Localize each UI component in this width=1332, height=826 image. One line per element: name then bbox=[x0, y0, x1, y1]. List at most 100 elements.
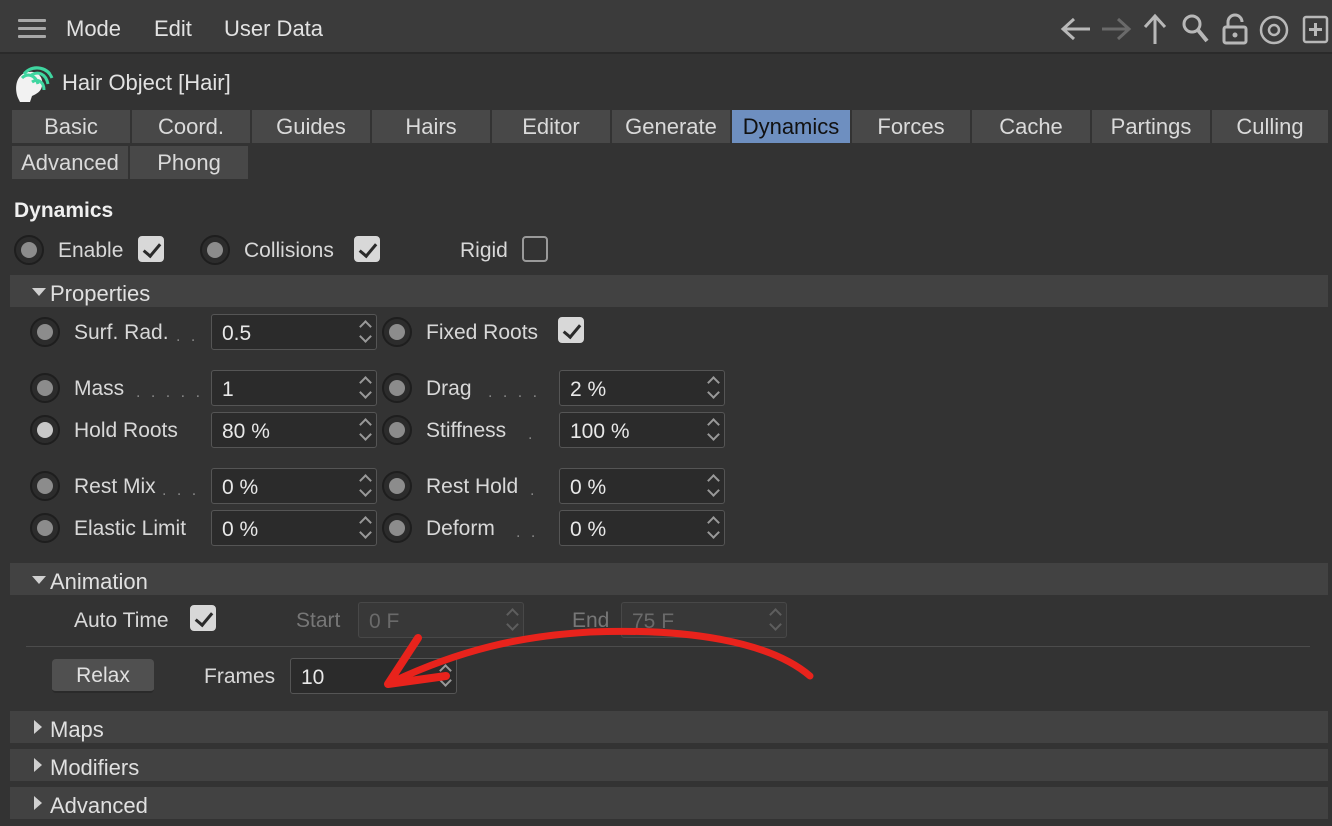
deform-field[interactable]: 0 % bbox=[559, 510, 725, 546]
surf-rad-field[interactable]: 0.5 bbox=[211, 314, 377, 350]
annotation-arrow-icon bbox=[384, 627, 814, 688]
stepper-icon[interactable] bbox=[358, 417, 372, 443]
frames-value: 10 bbox=[301, 666, 325, 689]
elastic-limit-anim-knob[interactable] bbox=[30, 513, 60, 543]
deform-label: Deform bbox=[426, 517, 495, 540]
stiffness-label: Stiffness bbox=[426, 419, 507, 442]
animation-section-header[interactable]: Animation bbox=[10, 563, 1328, 595]
fixed-roots-anim-knob[interactable] bbox=[382, 317, 412, 347]
tab-editor[interactable]: Editor bbox=[492, 110, 612, 143]
rest-hold-value: 0 % bbox=[570, 476, 607, 499]
surf-rad-value: 0.5 bbox=[222, 322, 252, 345]
hamburger-icon[interactable] bbox=[18, 19, 46, 43]
elastic-limit-value: 0 % bbox=[222, 518, 259, 541]
rest-hold-anim-knob[interactable] bbox=[382, 471, 412, 501]
rest-hold-field[interactable]: 0 % bbox=[559, 468, 725, 504]
expand-triangle-icon bbox=[34, 796, 42, 810]
stepper-icon[interactable] bbox=[706, 417, 720, 443]
surf-rad-anim-knob[interactable] bbox=[30, 317, 60, 347]
stepper-icon[interactable] bbox=[358, 375, 372, 401]
stiffness-anim-knob[interactable] bbox=[382, 415, 412, 445]
label-dots: . . bbox=[176, 328, 199, 345]
drag-label: Drag bbox=[426, 377, 472, 400]
tab-dynamics[interactable]: Dynamics bbox=[732, 110, 852, 143]
animation-header-label: Animation bbox=[50, 569, 148, 594]
tab-culling[interactable]: Culling bbox=[1212, 110, 1330, 143]
start-label: Start bbox=[296, 609, 341, 632]
elastic-limit-label: Elastic Limit bbox=[74, 517, 187, 540]
tab-guides[interactable]: Guides bbox=[252, 110, 372, 143]
enable-label: Enable bbox=[58, 239, 124, 262]
menu-mode[interactable]: Mode bbox=[66, 16, 121, 42]
tab-phong[interactable]: Phong bbox=[130, 146, 250, 179]
up-arrow-icon[interactable] bbox=[1140, 12, 1170, 46]
advanced-header-label: Advanced bbox=[50, 793, 148, 818]
stepper-icon[interactable] bbox=[706, 375, 720, 401]
advanced-section-header[interactable]: Advanced bbox=[10, 787, 1328, 819]
elastic-limit-field[interactable]: 0 % bbox=[211, 510, 377, 546]
drag-anim-knob[interactable] bbox=[382, 373, 412, 403]
fixed-roots-label: Fixed Roots bbox=[426, 321, 539, 344]
tab-coord[interactable]: Coord. bbox=[132, 110, 252, 143]
stepper-icon[interactable] bbox=[358, 515, 372, 541]
expand-triangle-icon bbox=[34, 758, 42, 772]
tab-hairs[interactable]: Hairs bbox=[372, 110, 492, 143]
mass-field[interactable]: 1 bbox=[211, 370, 377, 406]
mass-value: 1 bbox=[222, 378, 234, 401]
properties-header-label: Properties bbox=[50, 281, 151, 306]
stepper-icon[interactable] bbox=[706, 473, 720, 499]
stepper-icon[interactable] bbox=[706, 515, 720, 541]
enable-anim-knob[interactable] bbox=[14, 235, 44, 265]
forward-arrow-icon[interactable] bbox=[1098, 14, 1134, 44]
drag-field[interactable]: 2 % bbox=[559, 370, 725, 406]
collapse-triangle-icon bbox=[32, 288, 46, 296]
search-icon[interactable] bbox=[1180, 12, 1210, 46]
rest-hold-label: Rest Hold bbox=[426, 475, 519, 498]
tab-generate[interactable]: Generate bbox=[612, 110, 732, 143]
relax-button[interactable]: Relax bbox=[52, 659, 154, 693]
menu-edit[interactable]: Edit bbox=[154, 16, 192, 42]
back-arrow-icon[interactable] bbox=[1058, 14, 1094, 44]
hold-roots-anim-knob[interactable] bbox=[30, 415, 60, 445]
tab-advanced[interactable]: Advanced bbox=[12, 146, 130, 179]
mass-label: Mass bbox=[74, 377, 125, 400]
label-dots: . bbox=[528, 426, 536, 443]
new-panel-icon[interactable] bbox=[1302, 15, 1330, 45]
label-dots: . . . bbox=[162, 482, 200, 499]
expand-triangle-icon bbox=[34, 720, 42, 734]
collapse-triangle-icon bbox=[32, 576, 46, 584]
drag-value: 2 % bbox=[570, 378, 607, 401]
tab-cache[interactable]: Cache bbox=[972, 110, 1092, 143]
rest-mix-field[interactable]: 0 % bbox=[211, 468, 377, 504]
deform-anim-knob[interactable] bbox=[382, 513, 412, 543]
enable-checkbox[interactable] bbox=[138, 236, 164, 262]
frames-label: Frames bbox=[204, 665, 276, 688]
hold-roots-label: Hold Roots bbox=[74, 419, 178, 442]
fixed-roots-checkbox[interactable] bbox=[558, 317, 584, 343]
properties-section-header[interactable]: Properties bbox=[10, 275, 1328, 307]
stiffness-field[interactable]: 100 % bbox=[559, 412, 725, 448]
rigid-checkbox[interactable] bbox=[522, 236, 548, 262]
hold-roots-field[interactable]: 80 % bbox=[211, 412, 377, 448]
label-dots: . bbox=[530, 482, 538, 499]
hold-roots-value: 80 % bbox=[222, 420, 270, 443]
rest-mix-anim-knob[interactable] bbox=[30, 471, 60, 501]
tab-partings[interactable]: Partings bbox=[1092, 110, 1212, 143]
stepper-icon[interactable] bbox=[358, 473, 372, 499]
maps-section-header[interactable]: Maps bbox=[10, 711, 1328, 743]
mass-anim-knob[interactable] bbox=[30, 373, 60, 403]
target-icon[interactable] bbox=[1258, 14, 1290, 46]
auto-time-checkbox[interactable] bbox=[190, 605, 216, 631]
stepper-icon[interactable] bbox=[358, 319, 372, 345]
section-title: Dynamics bbox=[14, 199, 114, 222]
label-dots: . . . . bbox=[488, 384, 541, 401]
menu-user-data[interactable]: User Data bbox=[224, 16, 323, 42]
tab-forces[interactable]: Forces bbox=[852, 110, 972, 143]
tab-basic[interactable]: Basic bbox=[12, 110, 132, 143]
lock-icon[interactable] bbox=[1220, 12, 1250, 46]
collisions-anim-knob[interactable] bbox=[200, 235, 230, 265]
object-title: Hair Object [Hair] bbox=[62, 70, 231, 95]
collisions-checkbox[interactable] bbox=[354, 236, 380, 262]
object-title-row: Hair Object [Hair] bbox=[0, 56, 1332, 108]
modifiers-section-header[interactable]: Modifiers bbox=[10, 749, 1328, 781]
